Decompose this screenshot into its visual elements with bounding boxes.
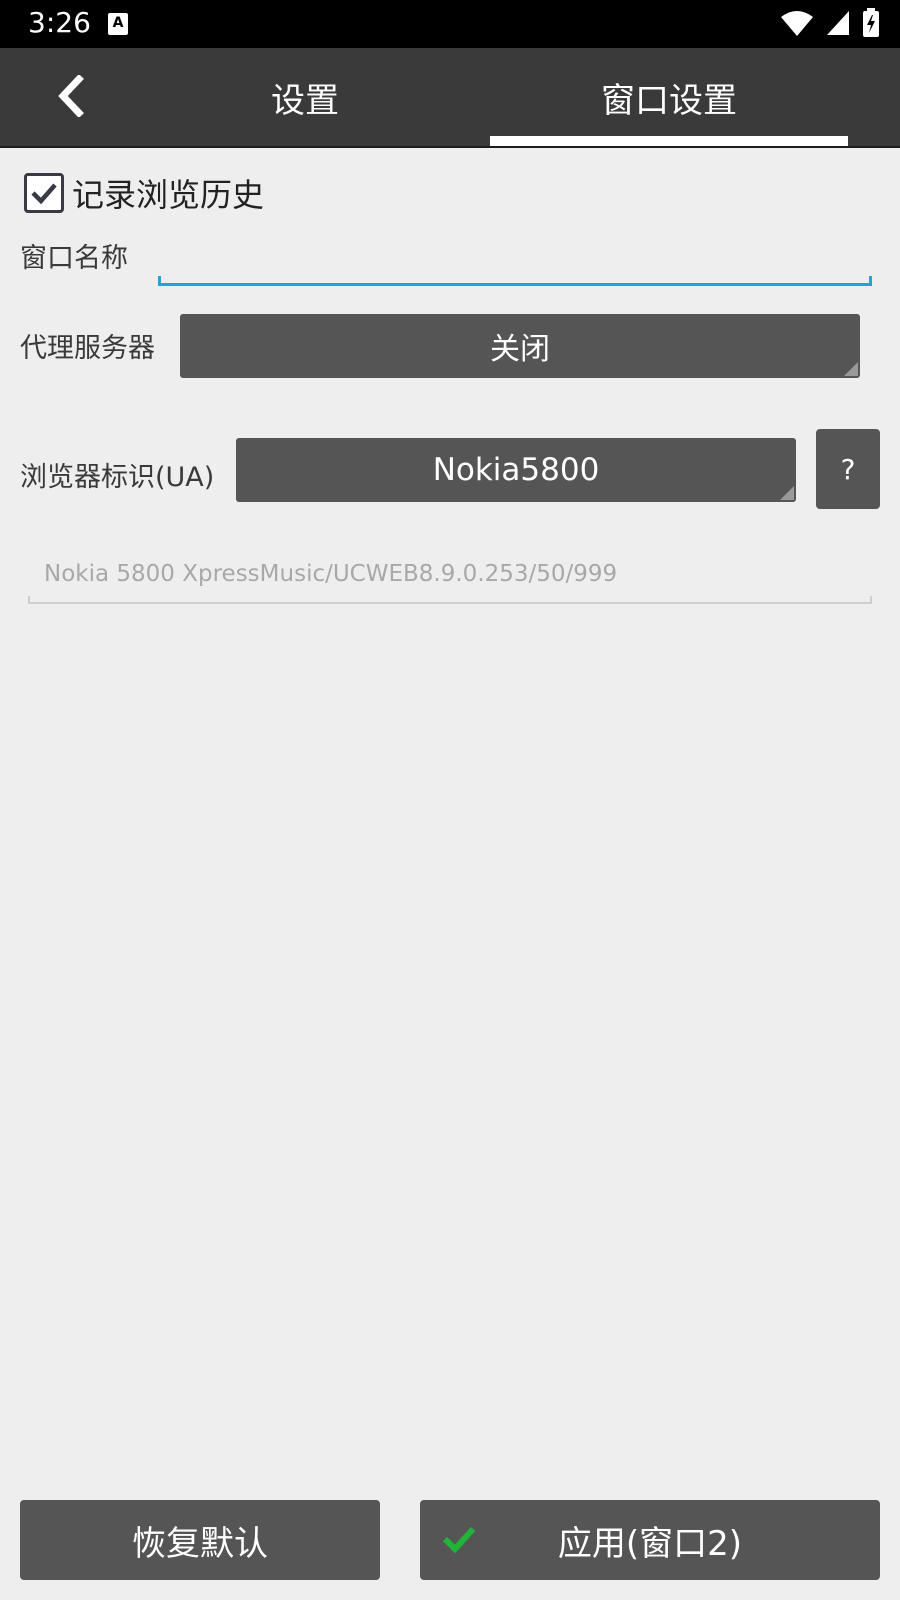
user-agent-label: 浏览器标识(UA) xyxy=(20,462,215,493)
top-tab-bar: 设置 窗口设置 xyxy=(0,48,900,148)
restore-defaults-label: 恢复默认 xyxy=(132,1523,268,1564)
user-agent-help-button[interactable]: ? xyxy=(816,429,880,509)
a-icon: A xyxy=(108,13,128,35)
battery-charging-icon xyxy=(863,8,879,37)
input-underline-cap xyxy=(870,596,872,604)
tab-settings[interactable]: 设置 xyxy=(140,48,470,146)
wifi-icon xyxy=(780,11,813,36)
chevron-left-icon xyxy=(58,75,84,117)
dropdown-corner-icon xyxy=(844,362,858,376)
tab-window-settings[interactable]: 窗口设置 xyxy=(490,48,848,146)
checkmark-icon xyxy=(31,183,57,205)
proxy-label: 代理服务器 xyxy=(20,333,155,364)
user-agent-dropdown[interactable]: Nokia5800 xyxy=(236,438,796,502)
input-underline-cap xyxy=(869,276,872,286)
signal-icon xyxy=(826,11,849,35)
record-history-row[interactable]: 记录浏览历史 xyxy=(24,170,264,216)
apply-label: 应用(窗口2) xyxy=(557,1523,743,1564)
record-history-label: 记录浏览历史 xyxy=(72,176,265,214)
user-agent-string-input[interactable] xyxy=(28,546,872,604)
proxy-selected-value: 关闭 xyxy=(490,332,550,367)
input-underline-cap xyxy=(158,276,161,286)
status-icons xyxy=(774,8,880,40)
user-agent-selected-value: Nokia5800 xyxy=(432,452,600,488)
window-name-input[interactable] xyxy=(158,236,872,286)
tab-selected-indicator xyxy=(490,136,848,146)
proxy-dropdown[interactable]: 关闭 xyxy=(180,314,860,378)
record-history-checkbox[interactable] xyxy=(24,173,64,213)
dropdown-corner-icon xyxy=(780,486,794,500)
input-underline-cap xyxy=(28,596,30,604)
app-root: 3:26 A 设置 窗口设置 记录浏览历史 窗口名称 代理服务器 关闭 浏览器标… xyxy=(0,0,900,1600)
status-time: 3:26 xyxy=(28,6,91,39)
window-name-label: 窗口名称 xyxy=(20,243,128,274)
apply-button[interactable]: 应用(窗口2) xyxy=(420,1500,880,1580)
restore-defaults-button[interactable]: 恢复默认 xyxy=(20,1500,380,1580)
status-bar: 3:26 A xyxy=(0,0,900,48)
check-icon xyxy=(442,1526,476,1554)
back-button[interactable] xyxy=(40,66,100,126)
